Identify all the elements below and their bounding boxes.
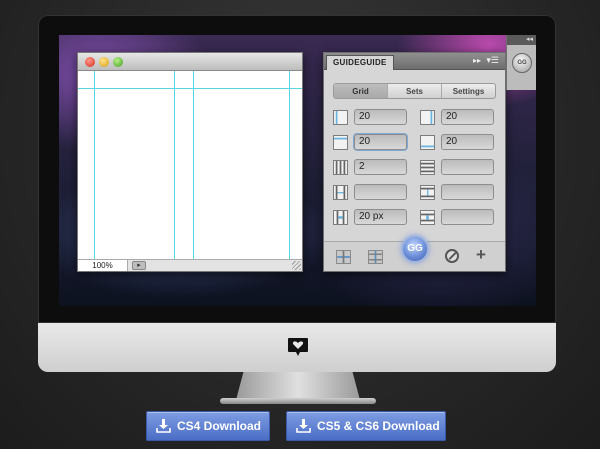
columns-count-field[interactable]: 2	[354, 159, 407, 175]
monitor-stand-base	[220, 398, 376, 404]
download-icon	[156, 419, 171, 433]
resize-grip-icon[interactable]	[292, 261, 301, 270]
margin-bottom-field[interactable]: 20	[441, 134, 494, 150]
margin-right-icon	[420, 110, 435, 125]
panel-tab-guideguide[interactable]: GUIDEGUIDE	[326, 55, 394, 70]
cs5-cs6-download-label: CS5 & CS6 Download	[317, 419, 440, 433]
minimize-window-button[interactable]	[99, 57, 109, 67]
document-window: 100% ▸	[77, 52, 303, 272]
vertical-guide	[94, 71, 95, 260]
row-gutter-icon	[420, 210, 435, 225]
cs4-download-label: CS4 Download	[177, 419, 262, 433]
guideguide-dock-button[interactable]: GG	[512, 53, 532, 73]
column-width-icon	[333, 185, 348, 200]
row-height-field[interactable]	[441, 184, 494, 200]
column-gutter-field[interactable]: 20 px	[354, 209, 407, 225]
horizontal-guide	[78, 88, 302, 89]
vertical-guide	[193, 71, 194, 260]
tab-settings[interactable]: Settings	[442, 84, 495, 98]
collapsed-panel-dock: ◂◂ GG	[506, 35, 536, 90]
tab-grid[interactable]: Grid	[334, 84, 388, 98]
panel-mode-tabs: Grid Sets Settings	[333, 83, 496, 99]
guideguide-panel: GUIDEGUIDE ▸▸ ▾☰ Grid Sets Settings 20 2…	[323, 52, 506, 272]
panel-footer: GG +	[324, 235, 505, 271]
monitor-stand	[236, 372, 360, 400]
panel-tabbar: GUIDEGUIDE ▸▸ ▾☰	[324, 53, 505, 70]
margin-bottom-icon	[420, 135, 435, 150]
margin-left-icon	[333, 110, 348, 125]
horizontal-midpoint-icon[interactable]	[336, 250, 351, 264]
panel-menu-icon[interactable]: ▾☰	[486, 55, 499, 66]
cs5-cs6-download-button[interactable]: CS5 & CS6 Download	[286, 411, 446, 441]
document-statusbar: 100% ▸	[78, 259, 302, 271]
margin-right-field[interactable]: 20	[441, 109, 494, 125]
add-set-button[interactable]: +	[476, 246, 486, 264]
vertical-midpoint-icon[interactable]	[368, 250, 383, 264]
document-titlebar[interactable]	[78, 53, 302, 71]
zoom-level-field[interactable]: 100%	[78, 260, 128, 271]
status-menu-button[interactable]: ▸	[132, 261, 146, 270]
vertical-guide	[289, 71, 290, 260]
rows-icon	[420, 160, 435, 175]
column-gutter-icon	[333, 210, 348, 225]
rows-count-field[interactable]	[441, 159, 494, 175]
expand-dock-icon[interactable]: ◂◂	[507, 35, 536, 45]
close-window-button[interactable]	[85, 57, 95, 67]
collapse-panel-icon[interactable]: ▸▸	[473, 56, 481, 65]
cs4-download-button[interactable]: CS4 Download	[146, 411, 270, 441]
vertical-guide	[174, 71, 175, 260]
row-gutter-field[interactable]	[441, 209, 494, 225]
document-canvas[interactable]	[78, 71, 302, 260]
clear-guides-icon[interactable]	[445, 249, 459, 263]
download-icon	[296, 419, 311, 433]
margin-top-field[interactable]: 20	[354, 134, 407, 150]
columns-icon	[333, 160, 348, 175]
column-width-field[interactable]	[354, 184, 407, 200]
tab-sets[interactable]: Sets	[388, 84, 442, 98]
make-grid-button[interactable]: GG	[401, 235, 429, 263]
row-height-icon	[420, 185, 435, 200]
zoom-window-button[interactable]	[113, 57, 123, 67]
margin-top-icon	[333, 135, 348, 150]
margin-left-field[interactable]: 20	[354, 109, 407, 125]
heart-speech-bubble-logo-icon	[288, 338, 308, 356]
